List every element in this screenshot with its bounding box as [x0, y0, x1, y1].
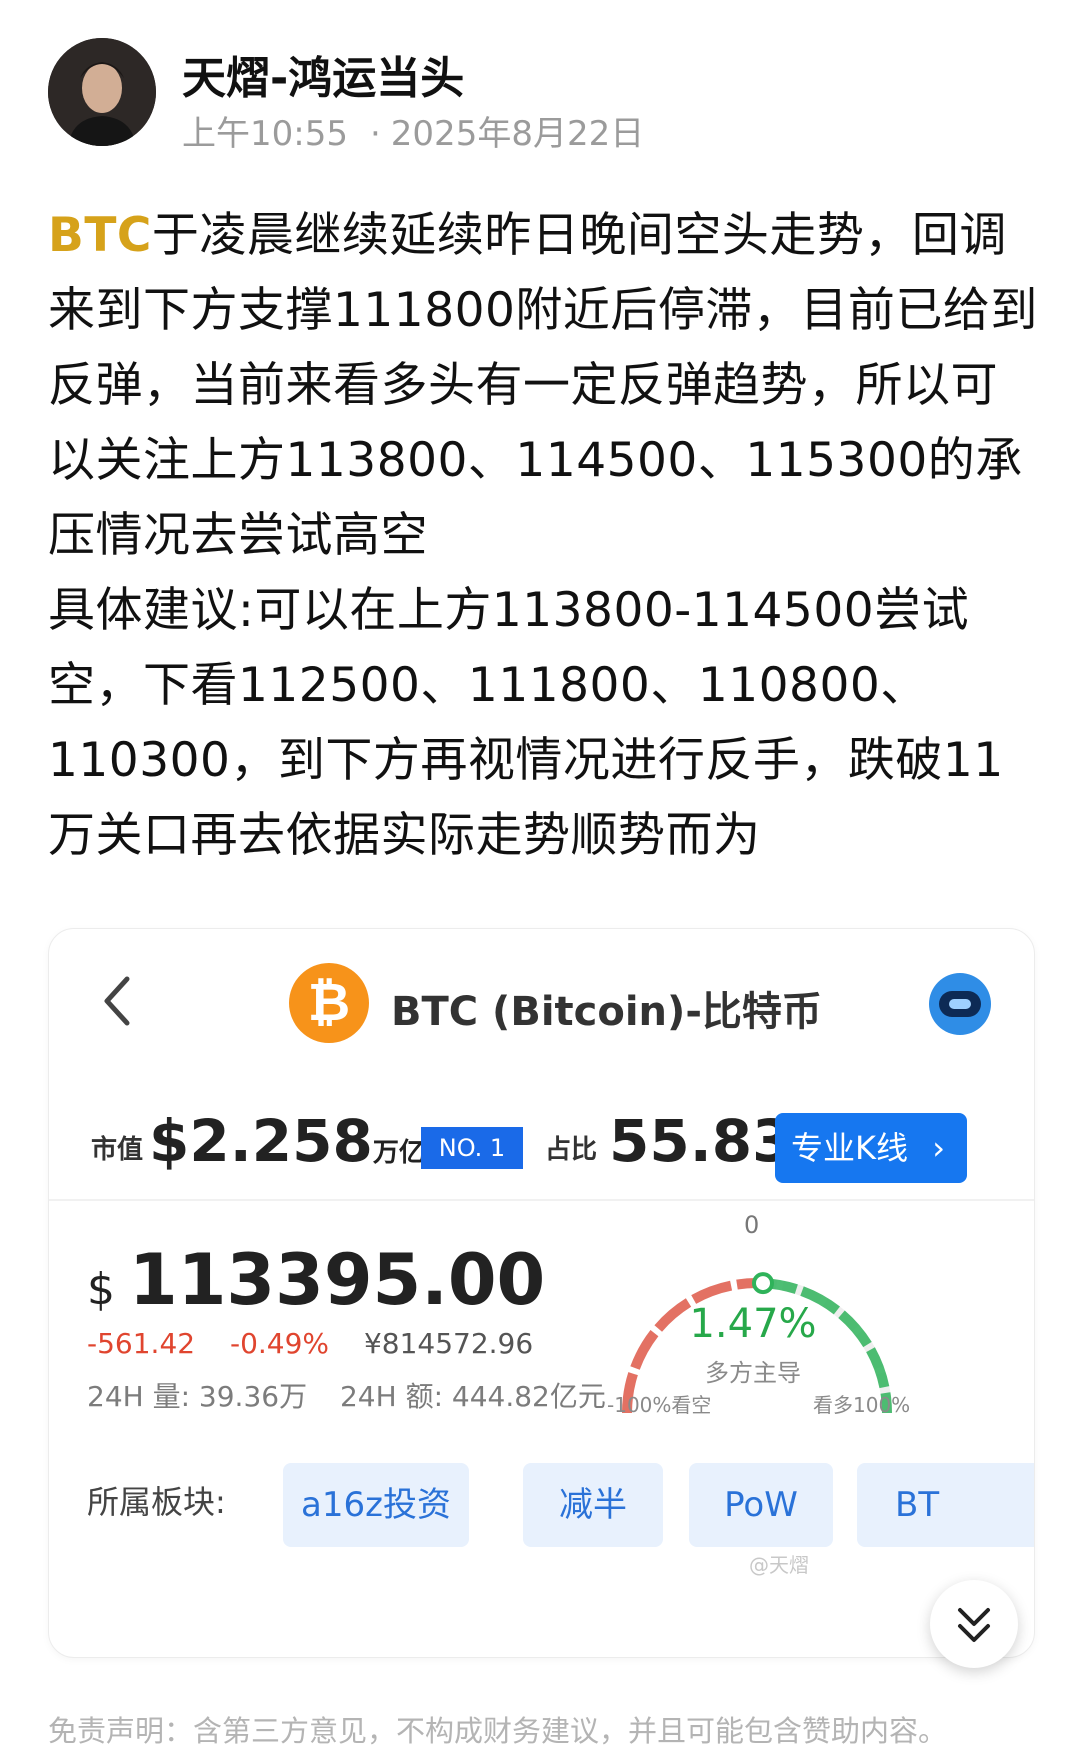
sector-chip-pow[interactable]: PoW: [689, 1463, 833, 1547]
market-cap-number: $2.258: [149, 1107, 373, 1175]
sectors-label: 所属板块:: [87, 1483, 226, 1521]
assistant-bot-icon[interactable]: [929, 973, 991, 1035]
post-body: BTC于凌晨继续延续昨日晚间空头走势，回调来到下方支撑111800附近后停滞，目…: [48, 198, 1038, 873]
market-cap-unit: 万亿: [372, 1138, 425, 1168]
gauge-zero-label: 0: [744, 1211, 760, 1239]
back-arrow-icon[interactable]: [97, 973, 137, 1029]
pro-kline-button[interactable]: 专业K线 ›: [775, 1113, 967, 1183]
dominance-number: 55.83: [609, 1107, 793, 1175]
ticker-link[interactable]: BTC: [48, 208, 152, 263]
coin-card[interactable]: ₿ BTC (Bitcoin)-比特币 市值 $2.258万亿 NO. 1 占比…: [48, 928, 1035, 1658]
pro-kline-label: 专业K线: [791, 1129, 908, 1167]
market-cap-label: 市值: [91, 1135, 144, 1165]
volume-row: 24H 量: 39.36万 24H 额: 444.82亿元: [87, 1375, 630, 1415]
watermark: @天熠: [749, 1553, 809, 1577]
author-name[interactable]: 天熠-鸿运当头: [182, 42, 464, 106]
post-date: 2025年8月22日: [390, 114, 645, 154]
coin-title: BTC (Bitcoin)-比特币: [391, 989, 822, 1035]
gauge-marker: [752, 1272, 774, 1295]
price-value: 113395.00: [129, 1239, 546, 1321]
meta-separator: ·: [369, 114, 381, 154]
market-stats-row: 市值 $2.258万亿 NO. 1 占比 55.83% 专业K线 ›: [91, 1101, 1021, 1183]
gauge-percent: 1.47%: [689, 1301, 817, 1347]
volume-24h: 24H 量: 39.36万: [87, 1380, 308, 1413]
disclaimer: 免责声明：含第三方意见，不构成财务建议，并且可能包含赞助内容。: [48, 1714, 948, 1748]
price-change-row: -561.42 -0.49% ¥814572.96: [87, 1327, 559, 1360]
market-cap-value: $2.258万亿: [149, 1107, 425, 1175]
gauge-status: 多方主导: [705, 1359, 801, 1387]
price-currency: $: [87, 1264, 115, 1315]
current-price: $113395.00: [87, 1239, 545, 1321]
change-percent: -0.49%: [229, 1327, 330, 1360]
amount-24h: 24H 额: 444.82亿元: [339, 1380, 606, 1413]
bitcoin-logo-icon: ₿: [289, 963, 369, 1043]
dominance-label: 占比: [545, 1135, 598, 1165]
gauge-bull-label: 看多100%: [813, 1393, 911, 1417]
price-cny: ¥814572.96: [363, 1327, 534, 1360]
post-time: 上午10:55: [182, 114, 348, 154]
gauge-bear-label: -100%看空: [607, 1393, 712, 1417]
change-absolute: -561.42: [87, 1327, 196, 1360]
post-meta: 上午10:55 · 2025年8月22日: [182, 106, 644, 155]
divider: [49, 1199, 1034, 1201]
double-chevron-down-icon: [958, 1608, 990, 1642]
post-paragraph-1: BTC于凌晨继续延续昨日晚间空头走势，回调来到下方支撑111800附近后停滞，目…: [48, 198, 1038, 573]
chevron-right-icon: ›: [932, 1129, 945, 1167]
author-avatar[interactable]: [48, 38, 156, 146]
sector-chip-partial[interactable]: BT: [857, 1463, 1034, 1547]
post-paragraph-1-text: 于凌晨继续延续昨日晚间空头走势，回调来到下方支撑111800附近后停滞，目前已给…: [48, 208, 1038, 563]
post-paragraph-2: 具体建议:可以在上方113800-114500尝试空，下看112500、1118…: [48, 583, 1004, 863]
scroll-down-button[interactable]: [930, 1580, 1018, 1668]
sector-chip-a16z[interactable]: a16z投资: [283, 1463, 469, 1547]
rank-badge: NO. 1: [421, 1127, 523, 1169]
sector-chip-halving[interactable]: 减半: [523, 1463, 663, 1547]
